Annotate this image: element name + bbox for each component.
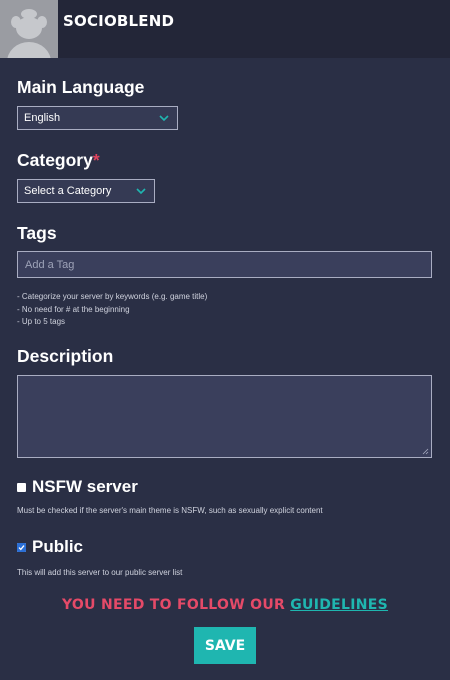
description-textarea[interactable] xyxy=(17,375,432,458)
main-language-label: Main Language xyxy=(17,77,145,97)
save-button[interactable]: SAVE xyxy=(194,627,256,664)
tags-help-line: - Up to 5 tags xyxy=(17,317,66,326)
server-name: SOCIOBLEND xyxy=(63,12,175,30)
public-note: This will add this server to our public … xyxy=(17,568,183,577)
tags-help-line: - Categorize your server by keywords (e.… xyxy=(17,292,208,301)
avatar-silhouette-icon xyxy=(0,0,58,58)
resize-handle-icon[interactable] xyxy=(422,448,429,455)
description-label: Description xyxy=(17,346,114,366)
checkmark-icon xyxy=(17,542,26,552)
required-asterisk: * xyxy=(92,150,100,170)
guidelines-link[interactable]: GUIDELINES xyxy=(290,597,388,613)
nsfw-note: Must be checked if the server's main the… xyxy=(17,506,323,515)
nsfw-checkbox[interactable] xyxy=(17,482,26,492)
guidelines-notice: YOU NEED TO FOLLOW OUR GUIDELINES xyxy=(0,597,450,613)
server-avatar xyxy=(0,0,58,58)
tags-input[interactable]: Add a Tag xyxy=(17,251,432,278)
nsfw-row: NSFW server xyxy=(17,477,138,497)
category-label: Category* xyxy=(17,150,100,171)
public-row: Public xyxy=(17,537,83,557)
tags-help: - Categorize your server by keywords (e.… xyxy=(17,291,207,329)
chevron-down-icon xyxy=(136,188,146,195)
category-value: Select a Category xyxy=(24,185,112,197)
tags-label: Tags xyxy=(17,223,57,243)
main-language-value: English xyxy=(24,112,61,124)
guidelines-prefix: YOU NEED TO FOLLOW OUR xyxy=(61,597,291,613)
nsfw-label: NSFW server xyxy=(32,477,138,496)
chevron-down-icon xyxy=(159,115,169,122)
main-language-select[interactable]: English xyxy=(17,106,178,130)
tags-help-line: - No need for # at the beginning xyxy=(17,304,130,314)
header-bar: SOCIOBLEND xyxy=(0,0,450,58)
category-select[interactable]: Select a Category xyxy=(17,179,155,203)
public-label: Public xyxy=(32,537,84,556)
tags-placeholder: Add a Tag xyxy=(25,258,75,271)
category-label-text: Category xyxy=(17,150,93,170)
public-checkbox[interactable] xyxy=(17,542,26,552)
